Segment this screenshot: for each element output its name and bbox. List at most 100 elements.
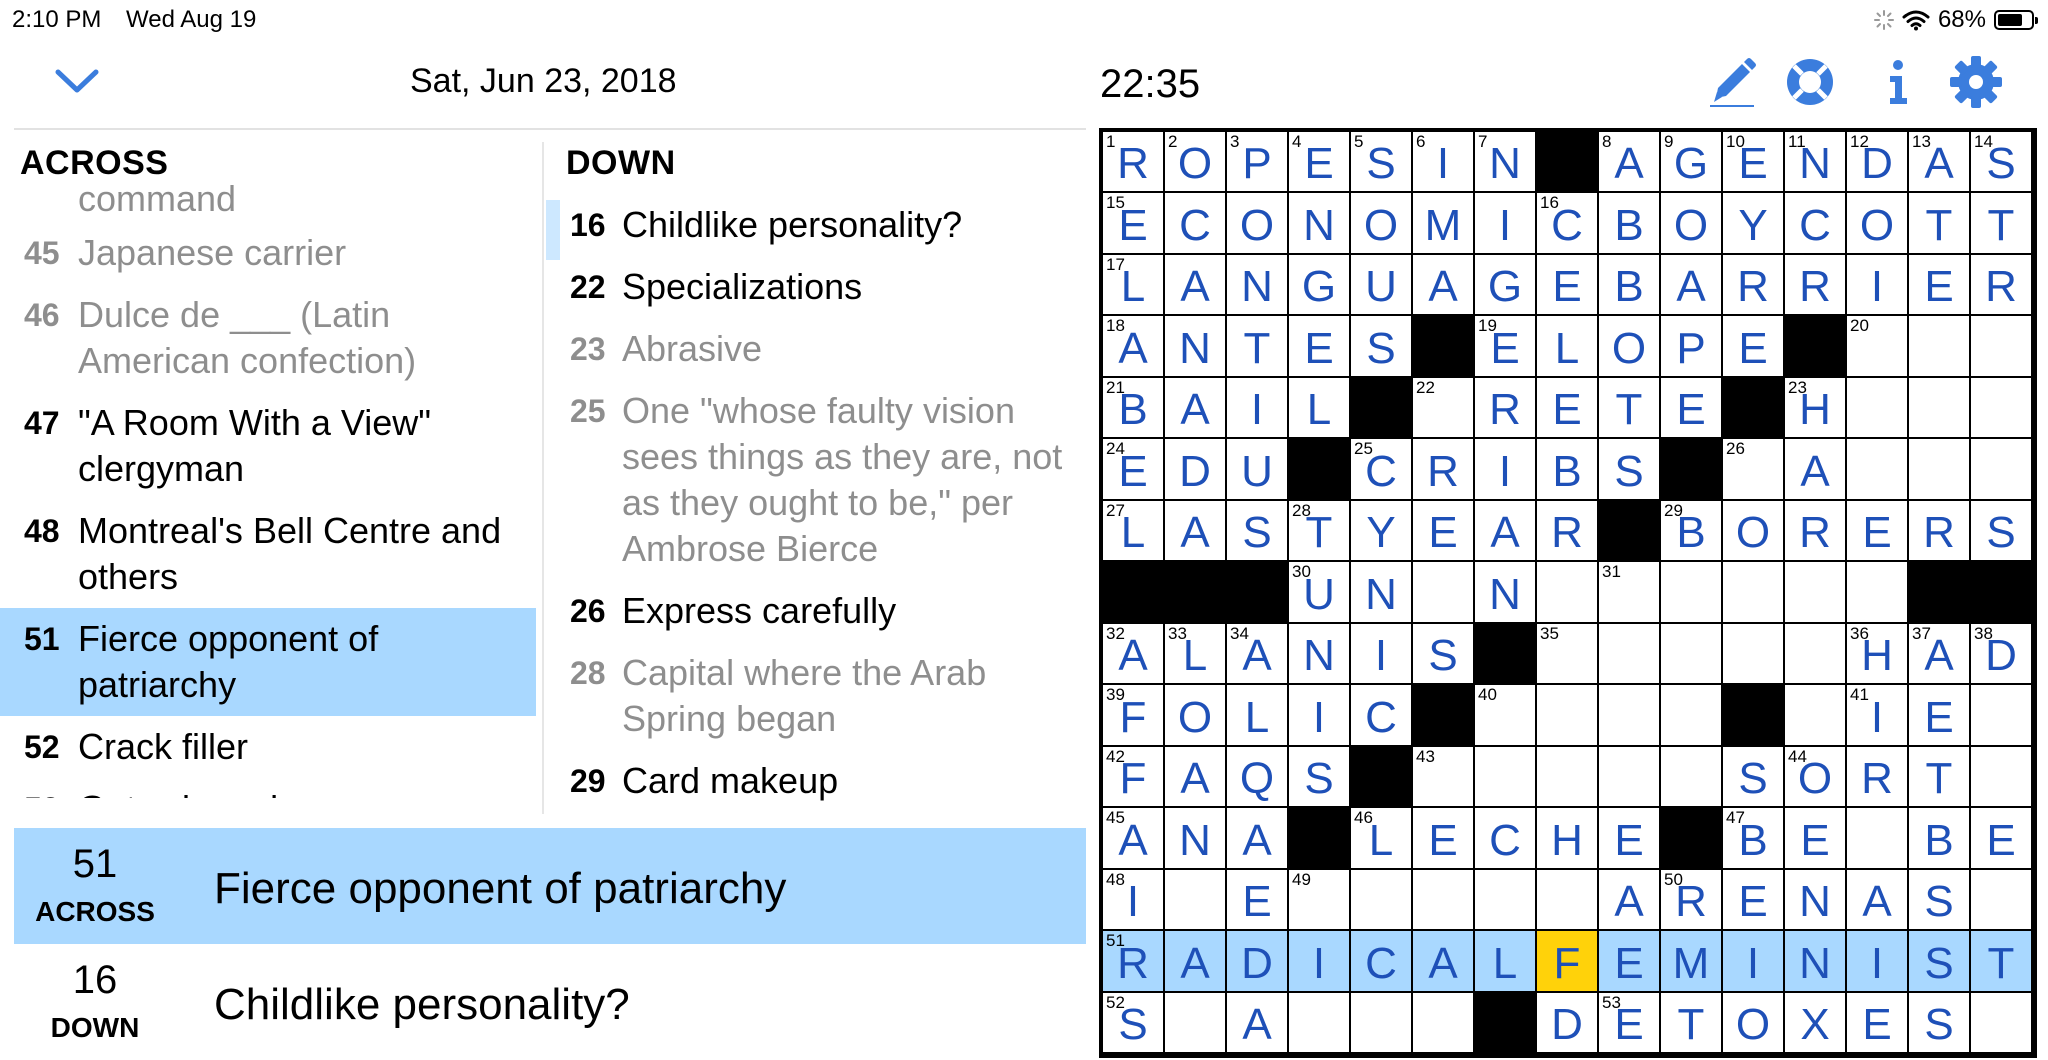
grid-cell[interactable]: 37 A	[1909, 623, 1971, 686]
grid-cell[interactable]	[1413, 992, 1475, 1054]
grid-cell[interactable]: S	[1599, 439, 1661, 501]
grid-cell[interactable]: 36 H	[1847, 623, 1909, 686]
grid-cell[interactable]: E	[1413, 808, 1475, 870]
grid-cell[interactable]: E	[1227, 869, 1289, 932]
grid-cell[interactable]: U	[1227, 439, 1289, 501]
grid-cell[interactable]: A	[1847, 869, 1909, 932]
grid-cell[interactable]: I	[1847, 931, 1909, 993]
grid-cell[interactable]	[1971, 316, 2033, 378]
grid-cell[interactable]	[1971, 992, 2033, 1054]
clue-across-46[interactable]: 46 Dulce de ___ (Latin American confectio…	[0, 284, 536, 392]
grid-cell[interactable]	[1847, 439, 1909, 501]
grid-cell[interactable]: N	[1289, 193, 1351, 255]
clue-across-45[interactable]: 45 Japanese carrier	[0, 222, 536, 284]
grid-cell[interactable]	[1475, 746, 1537, 809]
grid-cell[interactable]: R	[1537, 500, 1599, 563]
grid-cell[interactable]: S	[1351, 316, 1413, 378]
grid-cell[interactable]	[1723, 562, 1785, 624]
grid-cell[interactable]: M	[1661, 931, 1723, 993]
grid-cell[interactable]	[1847, 562, 1909, 624]
grid-cell[interactable]	[1165, 869, 1227, 932]
grid-cell[interactable]: C	[1785, 193, 1847, 255]
grid-cell[interactable]: C	[1165, 193, 1227, 255]
grid-cell[interactable]: C	[1351, 931, 1413, 993]
grid-cell[interactable]: S	[1909, 931, 1971, 993]
grid-cell[interactable]	[1723, 623, 1785, 686]
grid-cell[interactable]: 53 E	[1599, 992, 1661, 1054]
clue-down-26[interactable]: 26 Express carefully	[546, 580, 1090, 642]
grid-cell[interactable]: I	[1289, 931, 1351, 993]
grid-cell[interactable]: 48 I	[1103, 869, 1165, 932]
grid-cell[interactable]: I	[1227, 377, 1289, 440]
grid-cell[interactable]: A	[1165, 254, 1227, 317]
grid-cell[interactable]: Y	[1723, 193, 1785, 255]
grid-cell[interactable]: 15 E	[1103, 193, 1165, 255]
grid-cell[interactable]: E	[1723, 316, 1785, 378]
grid-cell[interactable]: 9G	[1661, 132, 1723, 194]
grid-cell[interactable]: B	[1599, 193, 1661, 255]
lifebuoy-icon[interactable]	[1782, 54, 1838, 110]
grid-cell[interactable]	[1537, 685, 1599, 747]
grid-cell[interactable]	[1785, 623, 1847, 686]
grid-cell[interactable]: 34 A	[1227, 623, 1289, 686]
grid-cell[interactable]: 42 F	[1103, 746, 1165, 809]
grid-cell[interactable]: R	[1785, 500, 1847, 563]
grid-cell[interactable]: D	[1165, 439, 1227, 501]
grid-cell[interactable]: A	[1475, 500, 1537, 563]
grid-cell[interactable]: 27 L	[1103, 500, 1165, 563]
grid-cell[interactable]: D	[1227, 931, 1289, 993]
grid-cell[interactable]	[1351, 869, 1413, 932]
grid-cell[interactable]	[1909, 316, 1971, 378]
grid-cell[interactable]: G	[1475, 254, 1537, 317]
grid-cell[interactable]: S	[1971, 500, 2033, 563]
current-clue-bar[interactable]: 51 ACROSS Fierce opponent of patriarchy	[14, 828, 1086, 944]
grid-cell[interactable]: F	[1537, 931, 1599, 993]
clue-down-25[interactable]: 25 One "whose faulty vision sees things a…	[546, 380, 1090, 580]
grid-cell[interactable]: O	[1165, 685, 1227, 747]
grid-cell[interactable]: S	[1909, 992, 1971, 1054]
grid-cell[interactable]: 40	[1475, 685, 1537, 747]
clue-down-28[interactable]: 28 Capital where the Arab Spring began	[546, 642, 1090, 750]
grid-cell[interactable]: 51 R	[1103, 931, 1165, 993]
grid-cell[interactable]	[1661, 562, 1723, 624]
grid-cell[interactable]: I	[1289, 685, 1351, 747]
grid-cell[interactable]: N	[1165, 808, 1227, 870]
grid-cell[interactable]: 22	[1413, 377, 1475, 440]
grid-cell[interactable]	[1909, 377, 1971, 440]
grid-cell[interactable]	[1599, 623, 1661, 686]
grid-cell[interactable]: R	[1413, 439, 1475, 501]
grid-cell[interactable]: 26	[1723, 439, 1785, 501]
grid-cell[interactable]: 3P	[1227, 132, 1289, 194]
grid-cell[interactable]: 46 L	[1351, 808, 1413, 870]
grid-cell[interactable]: R	[1475, 377, 1537, 440]
grid-cell[interactable]: 33 L	[1165, 623, 1227, 686]
grid-cell[interactable]: A	[1227, 808, 1289, 870]
clue-down-16[interactable]: 16 Childlike personality?	[546, 194, 1090, 260]
grid-cell[interactable]: T	[1971, 931, 2033, 993]
grid-cell[interactable]: N	[1475, 562, 1537, 624]
grid-cell[interactable]: L	[1537, 316, 1599, 378]
grid-cell[interactable]	[1475, 869, 1537, 932]
grid-cell[interactable]: X	[1785, 992, 1847, 1054]
grid-cell[interactable]: E	[1723, 869, 1785, 932]
grid-cell[interactable]: E	[1413, 500, 1475, 563]
grid-cell[interactable]: 12 D	[1847, 132, 1909, 194]
grid-cell[interactable]	[1847, 808, 1909, 870]
grid-cell[interactable]: S	[1909, 869, 1971, 932]
grid-cell[interactable]: 29 B	[1661, 500, 1723, 563]
grid-cell[interactable]	[1847, 377, 1909, 440]
grid-cell[interactable]: 20	[1847, 316, 1909, 378]
grid-cell[interactable]: 6I	[1413, 132, 1475, 194]
grid-cell[interactable]	[1289, 992, 1351, 1054]
grid-cell[interactable]: E	[1599, 808, 1661, 870]
grid-cell[interactable]	[1599, 746, 1661, 809]
grid-cell[interactable]: 45 A	[1103, 808, 1165, 870]
grid-cell[interactable]	[1971, 746, 2033, 809]
grid-cell[interactable]: O	[1723, 500, 1785, 563]
grid-cell[interactable]: 47 B	[1723, 808, 1785, 870]
grid-cell[interactable]	[1537, 869, 1599, 932]
grid-cell[interactable]	[1661, 746, 1723, 809]
grid-cell[interactable]	[1971, 685, 2033, 747]
grid-cell[interactable]: 11 N	[1785, 132, 1847, 194]
grid-cell[interactable]: E	[1537, 377, 1599, 440]
